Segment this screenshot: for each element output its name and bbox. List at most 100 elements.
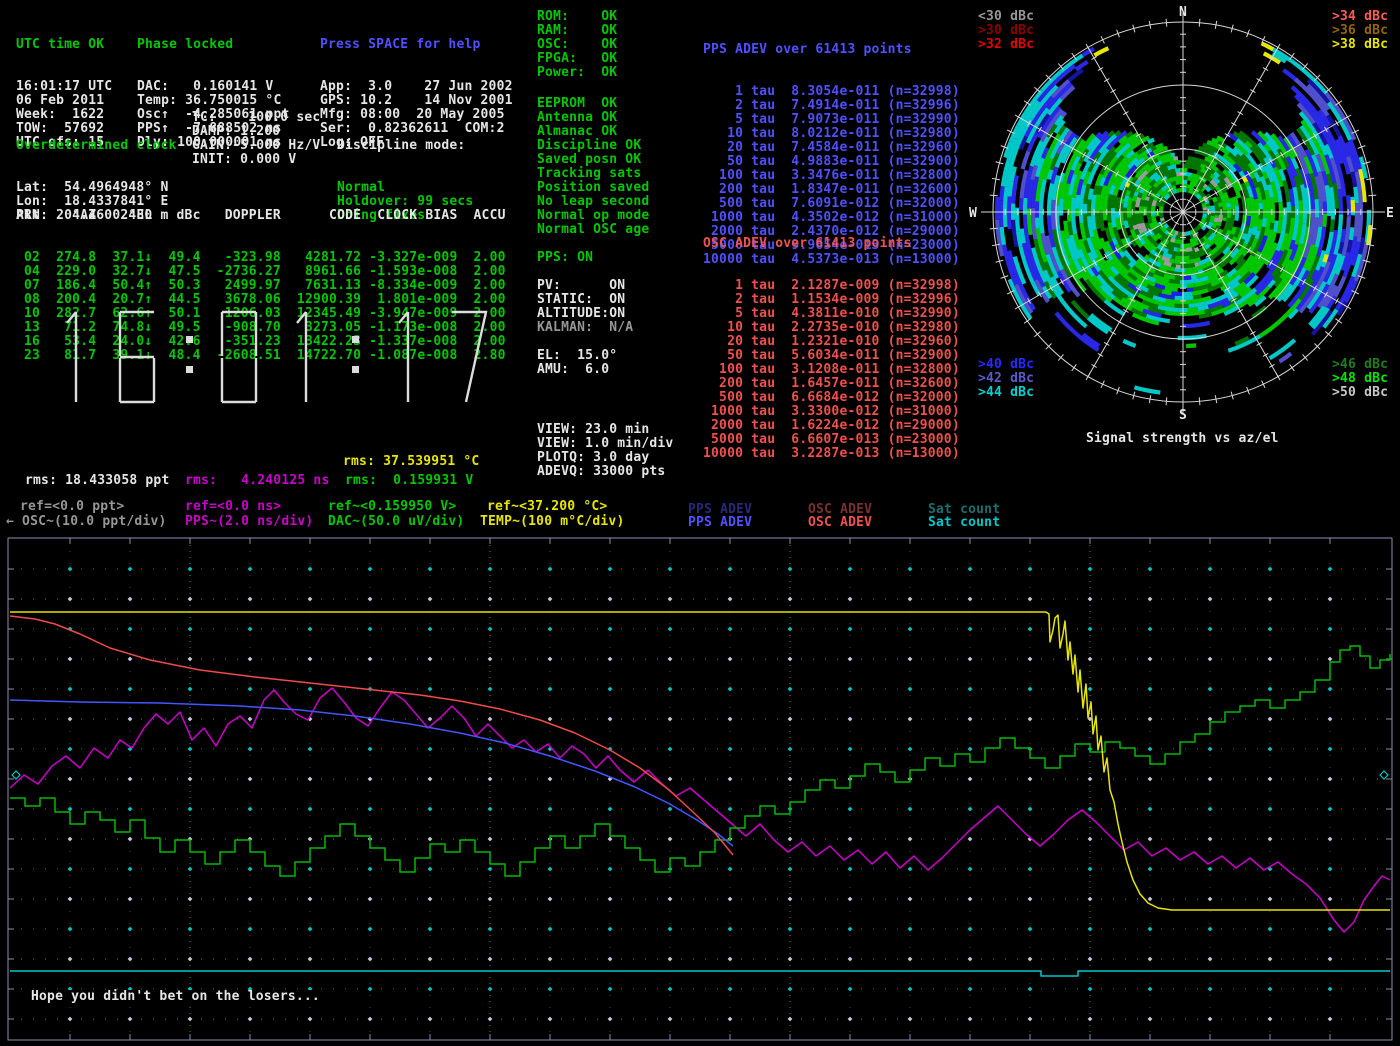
clock-digit: [399, 312, 408, 402]
clock-digit: [67, 312, 76, 402]
dbc-legend-bottom-left: >40 dBc>42 dBc>44 dBc: [978, 358, 1034, 400]
compass-n: N: [1179, 5, 1187, 20]
scale-dac: DAC~(50.0 uV/div): [328, 515, 464, 529]
loop-param-line: DAMP: 1.200: [192, 125, 320, 139]
trace-sat-count: [10, 971, 1390, 976]
adev-row: 100 tau 3.3476e-011 (n=32800): [703, 169, 960, 183]
receiver-status-line: EEPROM OK: [537, 97, 649, 111]
dbc-legend-entry: >34 dBc: [1332, 10, 1388, 24]
rms-pps: rms: 4.240125 ns: [185, 474, 329, 488]
adev-row: 2 tau 1.1534e-009 (n=32996): [703, 293, 960, 307]
dbc-legend-entry: >48 dBc: [1332, 372, 1388, 386]
adev-row: 50 tau 4.9883e-011 (n=32900): [703, 155, 960, 169]
sat-count-legend: Sat count: [928, 516, 1000, 530]
mask-line: EL: 15.0°: [537, 349, 617, 363]
trace-osc-adev: [10, 616, 733, 855]
adev-row: 50 tau 5.6034e-011 (n=32900): [703, 349, 960, 363]
mask-line: AMU: 6.0: [537, 363, 617, 377]
adev-row: 5000 tau 6.6607e-013 (n=23000): [703, 433, 960, 447]
clock-digit: [452, 312, 486, 402]
selftest-line: FPGA: OK: [537, 52, 617, 66]
adev-row: 200 tau 1.6457e-011 (n=32600): [703, 377, 960, 391]
adev-row: 200 tau 1.8347e-011 (n=32600): [703, 183, 960, 197]
loop-param-line: TC: 100.0 sec: [192, 111, 320, 125]
strip-chart: [0, 530, 1400, 1046]
adev-row: 20 tau 1.2321e-010 (n=32960): [703, 335, 960, 349]
view-line: VIEW: 23.0 min: [537, 423, 673, 437]
selftest-line: ROM: OK: [537, 10, 617, 24]
selftest-block: ROM: OKRAM: OKOSC: OKFPGA: OKPower: OK: [537, 10, 617, 80]
receiver-status-block: EEPROM OKAntenna OKAlmanac OKDiscipline …: [537, 97, 649, 237]
help-line: App: 3.0 27 Jun 2002: [320, 80, 513, 94]
view-line: ADEVQ: 33000 pts: [537, 465, 673, 479]
dbc-legend-entry: <30 dBc: [978, 10, 1034, 24]
dbc-legend-entry: >42 dBc: [978, 372, 1034, 386]
pps-adev-legend: PPS ADEV: [688, 516, 752, 530]
adev-row: 5 tau 4.3811e-010 (n=32990): [703, 307, 960, 321]
pps-adev-title: PPS ADEV over 61413 points: [703, 43, 960, 57]
scale-temp: TEMP~(100 m°C/div): [480, 515, 624, 529]
osc-adev-table: OSC ADEV over 61413 points 1 tau 2.1287e…: [703, 209, 960, 489]
receiver-status-line: Antenna OK: [537, 111, 649, 125]
scale-pps: PPS~(2.0 ns/div): [185, 515, 313, 529]
dbc-legend-entry: >36 dBc: [1332, 24, 1388, 38]
receiver-status-line: Almanac OK: [537, 125, 649, 139]
clock-digit: [120, 312, 154, 402]
compass-w: W: [969, 206, 977, 221]
ref-dac: ref~<0.159950 V>: [328, 500, 456, 514]
fix-mode: Overdetermined clock: [16, 139, 177, 153]
pps-state: PPS: ON: [537, 251, 593, 265]
nav-mode-line: STATIC: ON: [537, 293, 625, 307]
phase-line: Temp: 36.750015 °C: [137, 94, 290, 108]
receiver-status-line: Position saved: [537, 181, 649, 195]
nav-mode-block: PV: ONSTATIC: ONALTITUDE:ON: [537, 279, 625, 321]
help-line: GPS: 10.2 14 Nov 2001: [320, 94, 513, 108]
dbc-legend-top-right: >34 dBc>36 dBc>38 dBc: [1332, 10, 1388, 52]
utc-line: 06 Feb 2011: [16, 94, 112, 108]
receiver-status-line: Normal op mode: [537, 209, 649, 223]
scale-osc: ← OSC~(10.0 ppt/div): [6, 515, 167, 529]
adev-row: 5 tau 7.9073e-011 (n=32990): [703, 113, 960, 127]
loop-param-line: INIT: 0.000 V: [192, 153, 320, 167]
sat-row: 02 274.8 37.1↓ 49.4 -323.98 4281.72 -3.3…: [16, 251, 506, 265]
utc-line: 16:01:17 UTC: [16, 80, 112, 94]
receiver-status-line: No leap second: [537, 195, 649, 209]
ref-osc: ref=<0.0 ppt>: [20, 500, 124, 514]
status-message: Hope you didn't bet on the losers...: [28, 990, 323, 1004]
selftest-line: RAM: OK: [537, 24, 617, 38]
osc-adev-legend: OSC ADEV: [808, 516, 872, 530]
rms-dac: rms: 0.159931 V: [345, 474, 473, 488]
rms-osc: rms: 18.433058 ppt: [25, 474, 169, 488]
sat-table-header: PRN °AZ °EL dBc DOPPLER CODE CLOCK BIAS …: [16, 209, 506, 223]
osc-adev-title: OSC ADEV over 61413 points: [703, 237, 960, 251]
view-block: VIEW: 23.0 minVIEW: 1.0 min/divPLOTQ: 3.…: [537, 423, 673, 479]
trace-pps: [10, 688, 1390, 932]
help-hint: Press SPACE for help: [320, 38, 513, 52]
receiver-status-line: Discipline OK: [537, 139, 649, 153]
loop-param-line: GAIN:-5.000 Hz/V: [192, 139, 320, 153]
sat-row: 07 186.4 50.4↑ 50.3 2499.97 7631.13 -8.3…: [16, 279, 506, 293]
receiver-status-line: Tracking sats: [537, 167, 649, 181]
dbc-legend-entry: >44 dBc: [978, 386, 1034, 400]
adev-row: 10 tau 2.2735e-010 (n=32980): [703, 321, 960, 335]
adev-row: 1 tau 8.3054e-011 (n=32998): [703, 85, 960, 99]
discipline-title: Discipline mode:: [337, 139, 473, 153]
plot-center-marker: [1380, 771, 1388, 779]
dbc-legend-bottom-right: >46 dBc>48 dBc>50 dBc: [1332, 358, 1388, 400]
ref-pps: ref=<0.0 ns>: [185, 500, 281, 514]
digital-clock: [22, 302, 522, 412]
lady-heather-screen: UTC time OK 16:01:17 UTC06 Feb 2011Week:…: [0, 0, 1400, 1046]
rms-temp: rms: 37.539951 °C: [343, 455, 479, 469]
dbc-legend-entry: >30 dBc: [978, 24, 1034, 38]
adev-row: 1 tau 2.1287e-009 (n=32998): [703, 279, 960, 293]
adev-row: 500 tau 6.6684e-012 (n=32000): [703, 391, 960, 405]
dbc-legend-entry: >32 dBc: [978, 38, 1034, 52]
loop-params-block: TC: 100.0 secDAMP: 1.200GAIN:-5.000 Hz/V…: [192, 111, 320, 167]
phase-line: DAC: 0.160141 V: [137, 80, 290, 94]
view-line: VIEW: 1.0 min/div: [537, 437, 673, 451]
dbc-legend-entry: >40 dBc: [978, 358, 1034, 372]
adev-row: 10000 tau 3.2287e-013 (n=13000): [703, 447, 960, 461]
receiver-status-line: Normal OSC age: [537, 223, 649, 237]
selftest-line: OSC: OK: [537, 38, 617, 52]
kalman-state: KALMAN: N/A: [537, 321, 633, 335]
